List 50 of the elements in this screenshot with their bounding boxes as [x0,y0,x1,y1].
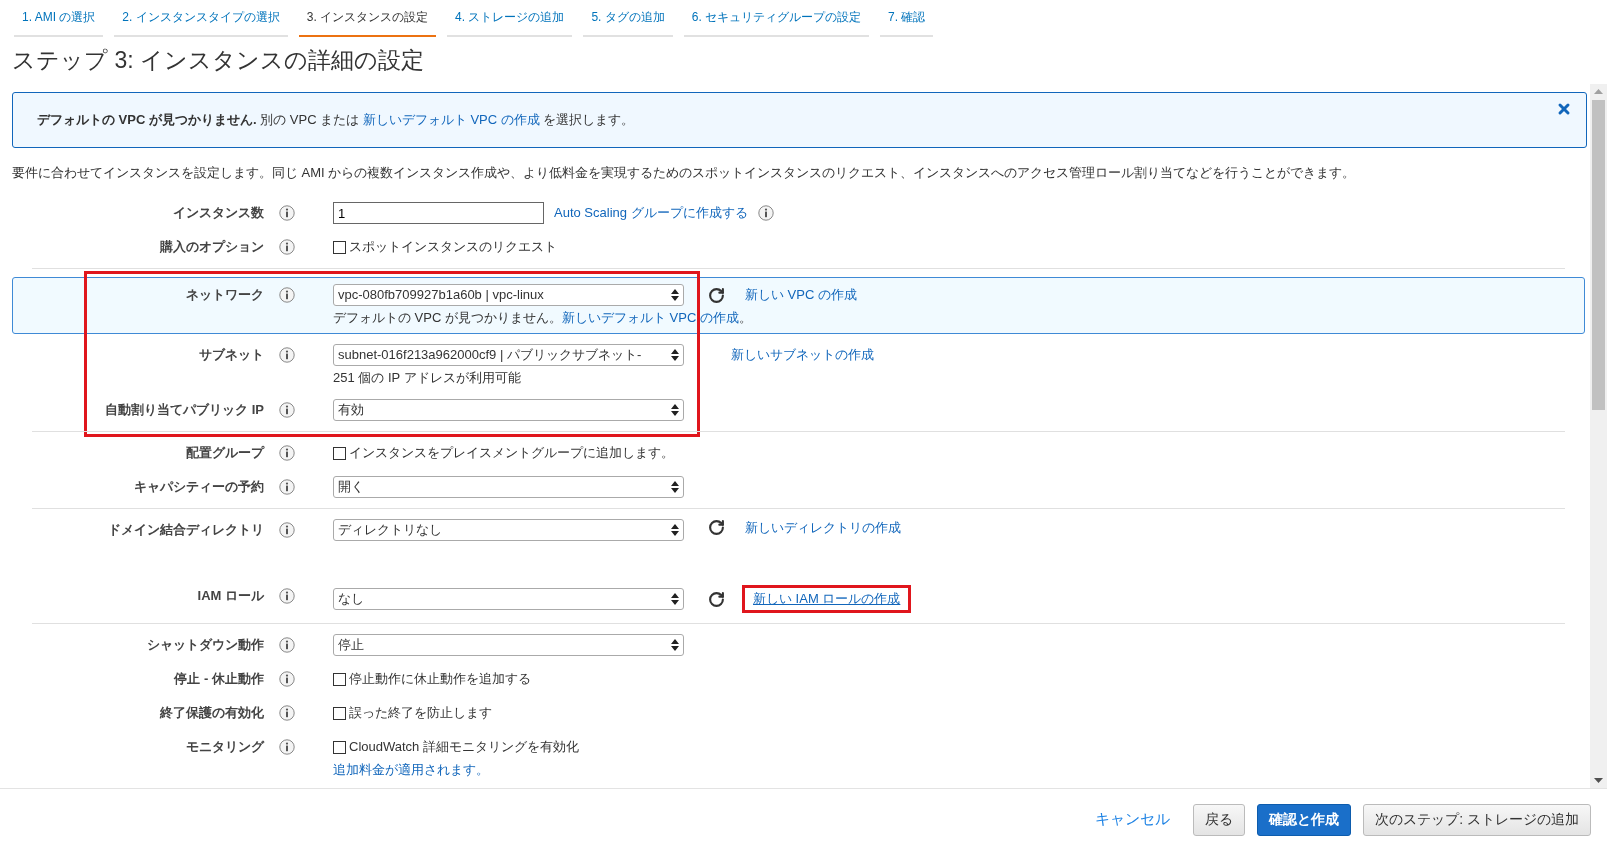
footer-button[interactable]: 次のステップ: ストレージの追加 [1363,803,1591,836]
select-field[interactable]: 開く [333,476,684,498]
field-label: ネットワーク [185,286,264,304]
checkbox-label: スポットインスタンスのリクエスト [349,238,557,256]
field-label: モニタリング [185,738,264,756]
field-label: 配置グループ [185,444,264,462]
step-tab[interactable]: 6. セキュリティグループの設定 [683,0,870,37]
cancel-link[interactable]: キャンセル [1084,803,1182,836]
create-link[interactable]: 新しい IAM ロールの作成 [753,591,901,606]
create-link[interactable]: 新しいディレクトリの作成 [745,519,901,537]
footer-button[interactable]: 戻る [1193,803,1246,836]
checkbox-label: CloudWatch 詳細モニタリングを有効化 [349,738,579,756]
select-field[interactable]: なし [333,588,684,610]
instance-count-field[interactable]: 1 [333,202,544,224]
select-field[interactable]: 停止 [333,634,684,656]
field-label: 購入のオプション [159,238,264,256]
checkbox-label: 誤った終了を防止します [349,704,492,722]
field-label: 終了保護の有効化 [159,704,264,722]
field-label: サブネット [198,346,264,364]
step-tab[interactable]: 3. インスタンスの設定 [298,0,437,37]
select-field[interactable]: vpc-080fb709927b1a60b | vpc-linux [333,284,684,306]
pricing-link[interactable]: 追加料金が適用されます。 [333,762,489,777]
step-tab[interactable]: 7. 確認 [880,0,934,37]
step-tab[interactable]: 1. AMI の選択 [14,0,104,37]
field-label: 自動割り当てパブリック IP [104,401,264,419]
field-label: キャパシティーの予約 [133,478,264,496]
select-field[interactable]: ディレクトリなし [333,519,684,541]
create-link[interactable]: 新しいデフォルト VPC の作成 [561,310,739,325]
create-default-vpc-link[interactable]: 新しいデフォルト VPC の作成 [362,112,540,127]
field-label: IAM ロール [196,587,264,605]
field-note: 251 個の IP アドレスが利用可能 [333,369,522,387]
create-link[interactable]: Auto Scaling グループに作成する [554,204,748,222]
field-label: シャットダウン動作 [146,636,264,654]
create-link[interactable]: 新しいサブネットの作成 [731,346,874,364]
checkbox-label: インスタンスをプレイスメントグループに追加します。 [349,444,674,462]
checkbox-label: 停止動作に休止動作を追加する [349,670,531,688]
field-label: インスタンス数 [172,204,264,222]
step-tab[interactable]: 2. インスタンスタイプの選択 [114,0,288,37]
create-link[interactable]: 新しい VPC の作成 [745,286,857,304]
field-note: デフォルトの VPC が見つかりません。新しいデフォルト VPC の作成。 [333,309,753,327]
alert-message: デフォルトの VPC が見つかりません. 別の VPC または 新しいデフォルト VPC の作成 を選択します。 [37,111,635,129]
step-tab[interactable]: 4. ストレージの追加 [447,0,573,37]
field-label: 停止 - 休止動作 [172,670,264,688]
step-tab[interactable]: 5. タグの追加 [583,0,673,37]
select-field[interactable]: subnet-016f213a962000cf9 | パブリックサブネット- [333,344,684,366]
description-text: 要件に合わせてインスタンスを設定します。同じ AMI からの複数インスタンス作成や、より低料金を実現するためのスポットインスタンスのリクエスト、インスタンスへのアクセス管理ロール割り当てなどを行うことができます。 [12,164,1357,182]
field-label: ドメイン結合ディレクトリ [107,521,264,539]
page-title: ステップ 3: インスタンスの詳細の設定 [11,46,425,75]
select-field[interactable]: 有効 [333,399,684,421]
footer-button[interactable]: 確認と作成 [1257,803,1352,836]
